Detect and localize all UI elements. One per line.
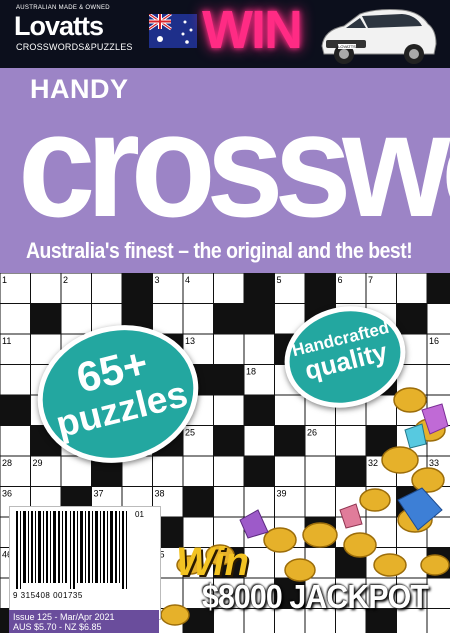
grid-cell [30,273,62,304]
grid-cell [0,425,31,457]
grid-clue-number: 1 [2,275,7,285]
grid-cell [60,303,92,335]
grid-clue-number: 4 [185,275,190,285]
car-prize-icon: LOVATTS [321,9,437,64]
grid-cell [213,303,245,335]
grid-cell [91,273,123,304]
grid-cell [0,364,31,396]
magazine-title: crosswords [18,83,450,248]
price-label: AUS $5.70 - NZ $6.85 [13,622,102,632]
barcode-icon [16,511,127,589]
grid-clue-number: 16 [429,336,439,346]
grid-clue-number: 36 [2,489,12,499]
grid-cell [426,273,450,304]
grid-clue-number: 3 [155,275,160,285]
grid-cell [30,303,62,335]
magazine-cover: AUSTRALIAN MADE & OWNED Lovatts CROSSWOR… [0,0,450,633]
grid-cell [0,303,31,335]
barcode-digits: 9 315408 001735 [13,591,83,600]
australian-flag-icon [149,14,197,48]
grid-clue-number: 5 [277,275,282,285]
grid-cell [304,273,336,304]
car-plate-text: LOVATTS [338,44,356,49]
barcode-panel: 01 9 315408 001735 [9,506,161,620]
jackpot-amount: $8000 JACKPOT [202,578,429,615]
grid-clue-number: 37 [94,489,104,499]
grid-cell [213,273,245,304]
grid-clue-number: 11 [2,336,11,346]
grid-clue-number: 13 [185,336,195,346]
masthead-bar: AUSTRALIAN MADE & OWNED Lovatts CROSSWOR… [0,0,450,68]
grid-cell [396,273,428,304]
grid-clue-number: 29 [33,458,43,468]
grid-cell [152,303,184,335]
grid-cell [121,273,153,304]
issue-price-block: Issue 125 - Mar/Apr 2021 AUS $5.70 - NZ … [9,610,159,633]
grid-cell [426,303,450,335]
grid-cell [60,455,92,487]
grid-cell [182,303,214,335]
grid-cell [243,303,275,335]
grid-clue-number: 6 [338,275,343,285]
grid-clue-number: 7 [368,275,373,285]
grid-clue-number: 2 [63,275,68,285]
win-neon-sign: WIN [202,0,303,60]
brand-subtitle: CROSSWORDS&PUZZLES [16,42,133,52]
grid-cell [0,394,31,426]
barcode-issue-code: 01 [135,510,144,519]
grid-clue-number: 28 [2,458,12,468]
grid-cell [396,303,428,335]
cover-tagline: Australia's finest – the original and th… [26,238,413,263]
brand-logo: Lovatts [14,11,104,41]
grid-cell [243,273,275,304]
issue-label: Issue 125 - Mar/Apr 2021 [13,612,115,622]
